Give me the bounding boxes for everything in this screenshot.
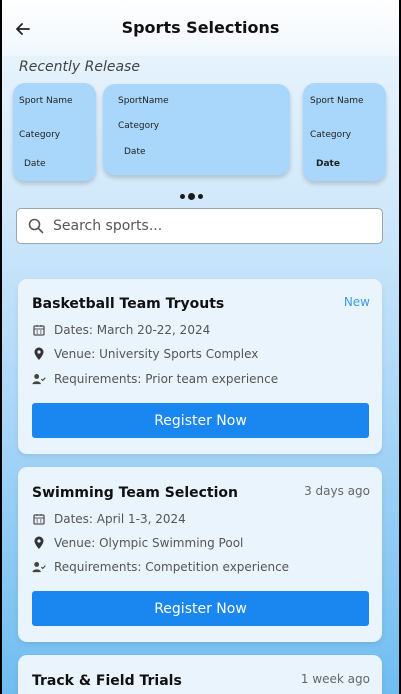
tryout-title: Track & Field Trials bbox=[32, 673, 182, 689]
venue-row: Venue: University Sports Complex bbox=[32, 347, 258, 361]
dates-row: Dates: March 20-22, 2024 bbox=[32, 323, 210, 337]
category: Category bbox=[310, 130, 352, 140]
tryout-title: Swimming Team Selection bbox=[32, 485, 238, 501]
carousel-dot[interactable] bbox=[180, 194, 185, 199]
venue-text: Venue: University Sports Complex bbox=[54, 347, 259, 361]
search-bar[interactable] bbox=[16, 208, 383, 244]
register-button[interactable]: Register Now bbox=[32, 591, 369, 626]
date: Date bbox=[316, 159, 340, 169]
location-pin-icon bbox=[32, 536, 46, 550]
venue-text: Venue: Olympic Swimming Pool bbox=[54, 536, 244, 550]
requirements-row: Requirements: Competition experience bbox=[32, 560, 289, 574]
requirements-text: Requirements: Prior team experience bbox=[54, 372, 279, 386]
register-button[interactable]: Register Now bbox=[32, 403, 369, 438]
category: Category bbox=[118, 121, 160, 131]
dates-text: Dates: March 20-22, 2024 bbox=[54, 323, 211, 337]
location-pin-icon bbox=[32, 347, 46, 361]
date: Date bbox=[24, 159, 46, 169]
sport-name: SportName bbox=[118, 96, 169, 106]
calendar-icon bbox=[32, 512, 46, 526]
date: Date bbox=[124, 147, 146, 157]
calendar-icon bbox=[32, 323, 46, 337]
carousel-dot[interactable] bbox=[198, 194, 203, 199]
recently-release-label: Recently Release bbox=[19, 59, 140, 75]
search-input[interactable] bbox=[53, 218, 353, 234]
page-title: Sports Selections bbox=[121, 18, 280, 37]
dates-row: Dates: April 1-3, 2024 bbox=[32, 512, 186, 526]
requirements-row: Requirements: Prior team experience bbox=[32, 372, 278, 386]
search-icon bbox=[28, 218, 44, 234]
status-badge: New bbox=[343, 295, 370, 309]
app-header: Sports Selections bbox=[2, 0, 399, 56]
app-screen: Sports Selections Recently Release Sport… bbox=[2, 0, 399, 694]
carousel-indicator[interactable] bbox=[180, 193, 203, 200]
category: Category bbox=[19, 130, 61, 140]
carousel-dot-active[interactable] bbox=[188, 193, 195, 200]
recent-card[interactable]: SportName Category Date bbox=[103, 84, 290, 175]
person-check-icon bbox=[32, 560, 46, 574]
sport-name: Sport Name bbox=[310, 96, 364, 106]
dates-text: Dates: April 1-3, 2024 bbox=[54, 512, 186, 526]
tryout-card: Swimming Team Selection 3 days ago Dates… bbox=[18, 467, 382, 642]
recent-card[interactable]: Sport Name Category Date bbox=[13, 83, 96, 181]
tryout-card: Track & Field Trials 1 week ago bbox=[18, 655, 382, 694]
tryout-card: Basketball Team Tryouts New Dates: March… bbox=[18, 279, 382, 454]
recent-card[interactable]: Sport Name Category Date bbox=[303, 83, 386, 181]
requirements-text: Requirements: Competition experience bbox=[54, 560, 290, 574]
person-check-icon bbox=[32, 372, 46, 386]
venue-row: Venue: Olympic Swimming Pool bbox=[32, 536, 243, 550]
tryout-title: Basketball Team Tryouts bbox=[32, 296, 225, 312]
time-ago-label: 1 week ago bbox=[300, 672, 370, 686]
sport-name: Sport Name bbox=[19, 96, 73, 106]
time-ago-label: 3 days ago bbox=[304, 484, 370, 498]
